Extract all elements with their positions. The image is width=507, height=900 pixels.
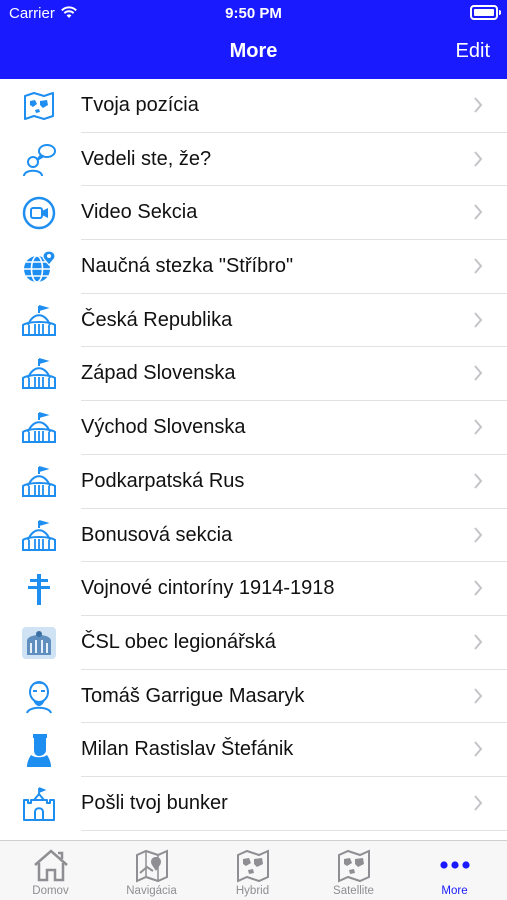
cross-icon bbox=[28, 574, 50, 606]
chevron-right-icon bbox=[474, 634, 483, 650]
list-item-label: Západ Slovenska bbox=[81, 362, 236, 385]
bunker-icon bbox=[22, 465, 56, 497]
bunker-icon bbox=[22, 519, 56, 551]
list-item-label: Východ Slovenska bbox=[81, 416, 246, 439]
tab-bar: Domov Navigácia Hybrid Satellite More bbox=[0, 840, 507, 900]
chevron-right-icon bbox=[474, 419, 483, 435]
tab-more[interactable]: More bbox=[404, 841, 505, 900]
tab-label: Navigácia bbox=[126, 885, 177, 897]
list-item-label: Podkarpatská Rus bbox=[81, 469, 245, 492]
list-item-label: Tomáš Garrigue Masaryk bbox=[81, 684, 305, 707]
globe-pin-icon bbox=[24, 250, 56, 283]
map-icon bbox=[24, 92, 54, 120]
person-speech-icon bbox=[23, 143, 56, 176]
chevron-right-icon bbox=[474, 741, 483, 757]
more-dots-icon bbox=[440, 861, 470, 869]
chevron-right-icon bbox=[474, 312, 483, 328]
list-item[interactable]: Pošli tvoj bunker bbox=[0, 777, 507, 831]
list-item[interactable]: ČSL obec legionářská bbox=[0, 616, 507, 670]
list-item[interactable]: Video Sekcia bbox=[0, 186, 507, 241]
tab-label: More bbox=[441, 885, 468, 897]
list-item-label: Pošli tvoj bunker bbox=[81, 791, 228, 814]
more-list: Tvoja pozícia Vedeli ste, že? Video Sekc… bbox=[0, 79, 507, 831]
list-item[interactable]: Vojnové cintoríny 1914-1918 bbox=[0, 562, 507, 616]
list-item[interactable]: Milan Rastislav Štefánik bbox=[0, 723, 507, 777]
chevron-right-icon bbox=[474, 473, 483, 489]
list-item[interactable]: Východ Slovenska bbox=[0, 401, 507, 455]
tab-hybrid[interactable]: Hybrid bbox=[202, 841, 303, 900]
chevron-right-icon bbox=[474, 687, 483, 704]
clock: 9:50 PM bbox=[225, 5, 282, 22]
satellite-map-icon bbox=[338, 849, 370, 883]
list-item[interactable]: Podkarpatská Rus bbox=[0, 455, 507, 509]
bunker-icon bbox=[22, 304, 56, 336]
home-icon bbox=[34, 849, 68, 882]
list-item-label: Vojnové cintoríny 1914-1918 bbox=[81, 577, 335, 600]
battery-icon bbox=[470, 5, 501, 20]
tab-label: Domov bbox=[32, 885, 69, 897]
navigation-bar: Carrier 9:50 PM More Edit bbox=[0, 0, 507, 79]
navigation-map-icon bbox=[136, 849, 168, 883]
list-item[interactable]: Česká Republika bbox=[0, 294, 507, 348]
chevron-right-icon bbox=[474, 151, 483, 167]
chevron-right-icon bbox=[474, 580, 483, 596]
tab-satellite[interactable]: Satellite bbox=[303, 841, 404, 900]
legion-emblem-icon bbox=[22, 626, 56, 659]
chevron-right-icon bbox=[474, 365, 483, 382]
chevron-right-icon bbox=[474, 258, 483, 274]
chevron-right-icon bbox=[474, 795, 483, 811]
list-item[interactable]: Naučná stezka "Stříbro" bbox=[0, 240, 507, 294]
status-bar: Carrier 9:50 PM bbox=[0, 0, 507, 28]
castle-icon bbox=[23, 787, 55, 821]
video-camera-icon bbox=[22, 197, 56, 230]
list-item-label: ČSL obec legionářská bbox=[81, 630, 276, 653]
tab-domov[interactable]: Domov bbox=[0, 841, 101, 900]
hybrid-map-icon bbox=[237, 849, 269, 883]
tab-label: Satellite bbox=[333, 885, 374, 897]
list-item-label: Naučná stezka "Stříbro" bbox=[81, 255, 294, 278]
list-item[interactable]: Západ Slovenska bbox=[0, 347, 507, 402]
page-title: More bbox=[229, 40, 278, 62]
list-item[interactable]: Tomáš Garrigue Masaryk bbox=[0, 670, 507, 724]
list-item[interactable]: Tvoja pozícia bbox=[0, 79, 507, 133]
tab-label: Hybrid bbox=[235, 885, 270, 897]
list-item-label: Milan Rastislav Štefánik bbox=[81, 738, 294, 761]
list-item-label: Bonusová sekcia bbox=[81, 523, 233, 546]
chevron-right-icon bbox=[474, 97, 483, 113]
stefanik-portrait-icon bbox=[27, 734, 51, 768]
chevron-right-icon bbox=[474, 204, 483, 221]
chevron-right-icon bbox=[474, 526, 483, 543]
tab-navigacia[interactable]: Navigácia bbox=[101, 841, 202, 900]
list-item-label: Tvoja pozícia bbox=[81, 94, 199, 116]
bunker-icon bbox=[22, 412, 56, 444]
bunker-icon bbox=[22, 358, 56, 390]
edit-button[interactable]: Edit bbox=[456, 40, 490, 63]
list-item-label: Vedeli ste, že? bbox=[81, 147, 212, 170]
divider bbox=[81, 829, 507, 831]
list-item[interactable]: Bonusová sekcia bbox=[0, 509, 507, 563]
list-item-label: Česká Republika bbox=[81, 308, 233, 331]
list-item[interactable]: Vedeli ste, že? bbox=[0, 133, 507, 187]
masaryk-portrait-icon bbox=[26, 680, 52, 714]
list-item-label: Video Sekcia bbox=[81, 201, 198, 224]
